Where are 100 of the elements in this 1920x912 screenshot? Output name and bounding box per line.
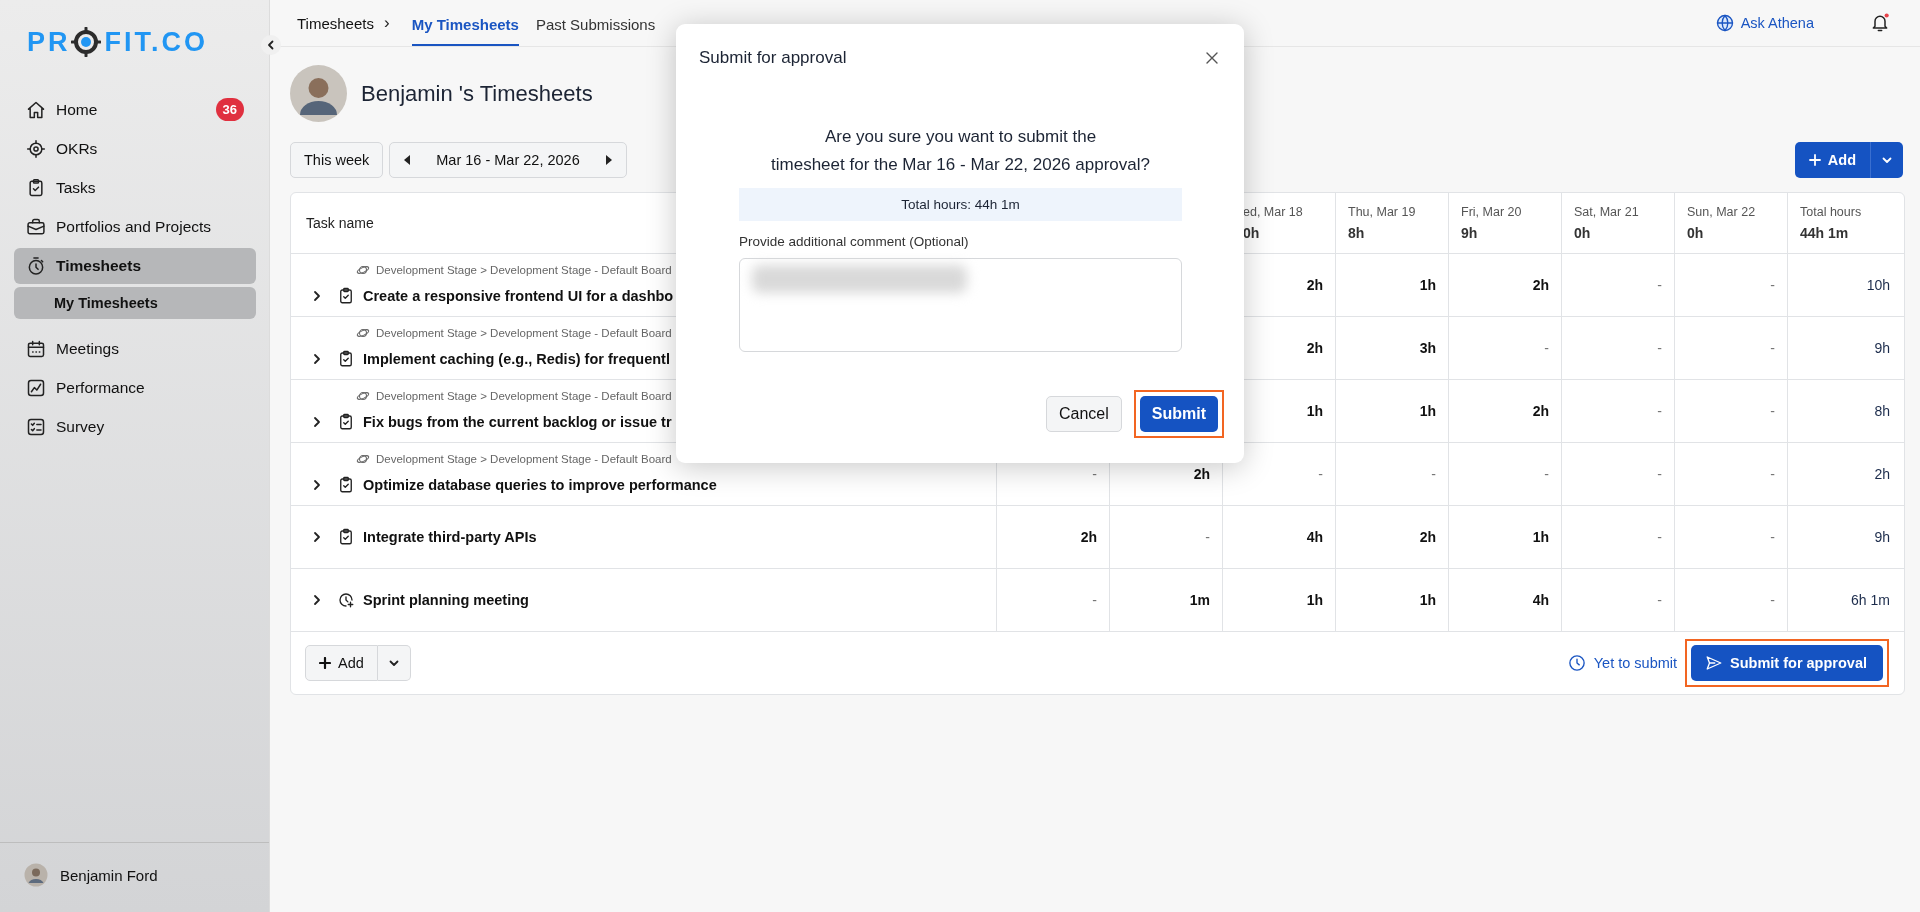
hours-cell[interactable]: - — [1657, 403, 1662, 419]
confirmation-message: Are you sure you want to submit the timesheet for the Mar 16 - Mar 22, 2026 approval? — [770, 126, 1151, 176]
hours-cell[interactable]: 2h — [1193, 466, 1210, 482]
cancel-button[interactable]: Cancel — [1045, 396, 1122, 432]
hours-cell[interactable]: 1h — [1306, 592, 1323, 608]
hours-cell[interactable]: - — [1092, 592, 1097, 608]
tab[interactable]: My Timesheets — [411, 2, 519, 46]
hours-cell[interactable]: - — [1205, 529, 1210, 545]
nav-subitem[interactable]: My Timesheets — [14, 287, 256, 319]
hours-cell[interactable]: 6h 1m — [1851, 592, 1890, 608]
nav-item[interactable]: Timesheets — [14, 248, 256, 284]
column-header: Fri, Mar 20 — [1461, 205, 1523, 219]
hours-cell[interactable]: - — [1770, 466, 1775, 482]
add-button[interactable]: Add — [305, 645, 378, 681]
hours-cell[interactable]: 3h — [1419, 340, 1436, 356]
breadcrumb-separator: › — [384, 13, 390, 33]
column-total: 0h — [1574, 225, 1592, 241]
hours-cell[interactable]: - — [1544, 466, 1549, 482]
hours-cell[interactable]: 1h — [1532, 529, 1549, 545]
task-name[interactable]: Implement caching (e.g., Redis) for frequentl — [363, 351, 670, 367]
column-total: 8h — [1348, 225, 1366, 241]
nav-item[interactable]: OKRs — [14, 129, 256, 168]
hours-cell[interactable]: 2h — [1874, 466, 1890, 482]
hours-cell[interactable]: 8h — [1874, 403, 1890, 419]
nav-item[interactable]: Meetings — [14, 329, 256, 368]
this-week-button[interactable]: This week — [290, 142, 384, 178]
hours-cell[interactable]: - — [1770, 592, 1775, 608]
send-icon — [1705, 654, 1724, 672]
date-range-picker[interactable]: Mar 16 - Mar 22, 2026 — [389, 142, 627, 178]
nav-item[interactable]: Survey — [14, 407, 256, 446]
comment-field[interactable] — [739, 258, 1182, 352]
submit-for-approval-button[interactable]: Submit for approval — [1691, 645, 1883, 681]
hours-cell[interactable]: - — [1544, 340, 1549, 356]
hours-cell[interactable]: 2h — [1532, 277, 1549, 293]
clock-icon — [1567, 654, 1586, 672]
assistant-button[interactable]: Ask Athena — [1709, 13, 1820, 33]
hours-cell[interactable]: - — [1657, 277, 1662, 293]
hours-cell[interactable]: - — [1657, 466, 1662, 482]
hours-cell[interactable]: 9h — [1874, 340, 1890, 356]
submit-button[interactable]: Submit — [1139, 396, 1218, 432]
clipboard-icon — [337, 287, 355, 305]
column-header: Task name — [306, 215, 375, 231]
nav-item[interactable]: Tasks — [14, 168, 256, 207]
orbit-icon — [356, 452, 370, 466]
hours-cell[interactable]: 1h — [1419, 277, 1436, 293]
hours-cell[interactable]: 9h — [1874, 529, 1890, 545]
status-text: Yet to submit — [1593, 655, 1678, 671]
hours-cell[interactable]: - — [1092, 466, 1097, 482]
hours-cell[interactable]: 4h — [1532, 592, 1549, 608]
task-name[interactable]: Create a responsive frontend UI for a dashbo — [363, 288, 674, 304]
hours-cell[interactable]: - — [1770, 277, 1775, 293]
nav-item[interactable]: Performance — [14, 368, 256, 407]
task-name[interactable]: Integrate third-party APIs — [363, 529, 537, 545]
hours-cell[interactable]: 2h — [1419, 529, 1436, 545]
hours-cell[interactable]: - — [1431, 466, 1436, 482]
task-name[interactable]: Fix bugs from the current backlog or issue tr — [363, 414, 672, 430]
column-total: 0h — [1687, 225, 1705, 241]
hours-cell[interactable]: 1h — [1306, 403, 1323, 419]
task-name[interactable]: Sprint planning meeting — [363, 592, 529, 608]
breadcrumb-link[interactable]: Timesheets — [297, 14, 374, 32]
hours-cell[interactable]: - — [1318, 466, 1323, 482]
column-total: 0h — [1243, 225, 1261, 241]
orbit-icon — [356, 389, 370, 403]
orbit-icon — [356, 263, 370, 277]
clipboard-icon — [337, 350, 355, 368]
board-path: Development Stage > Development Stage - Default Board — [376, 390, 672, 402]
avatar-icon — [290, 65, 347, 122]
hours-cell[interactable]: 1h — [1419, 403, 1436, 419]
hours-cell[interactable]: - — [1770, 340, 1775, 356]
collapse-button[interactable] — [261, 35, 281, 55]
hours-cell[interactable]: 4h — [1306, 529, 1323, 545]
column-header: Total hours — [1800, 205, 1863, 219]
chart-icon — [26, 377, 46, 398]
column-total: 44h 1m — [1800, 225, 1850, 241]
date-range-text: Mar 16 - Mar 22, 2026 — [435, 152, 581, 168]
hours-cell[interactable]: - — [1770, 529, 1775, 545]
chevron-right-icon — [311, 594, 323, 606]
hours-cell[interactable]: - — [1657, 592, 1662, 608]
clock-plus-icon — [337, 591, 355, 609]
hours-cell[interactable]: - — [1770, 403, 1775, 419]
hours-cell[interactable]: 1h — [1419, 592, 1436, 608]
add-button[interactable]: Add — [1794, 142, 1870, 178]
hours-cell[interactable]: - — [1657, 529, 1662, 545]
dropdown-button[interactable] — [1870, 142, 1903, 178]
hours-cell[interactable]: 1m — [1189, 592, 1210, 608]
hours-cell[interactable]: 10h — [1866, 277, 1890, 293]
hours-cell[interactable]: - — [1657, 340, 1662, 356]
clipboard-icon — [337, 413, 355, 431]
hours-cell[interactable]: 2h — [1306, 340, 1323, 356]
hours-cell[interactable]: 2h — [1306, 277, 1323, 293]
logo-text: FIT.CO — [104, 26, 208, 58]
nav-item[interactable]: Home 36 — [14, 90, 256, 129]
hours-cell[interactable]: 2h — [1080, 529, 1097, 545]
total-hours-banner: Total hours: 44h 1m — [739, 188, 1182, 221]
hours-cell[interactable]: 2h — [1532, 403, 1549, 419]
chevron-right-icon — [311, 479, 323, 491]
task-name[interactable]: Optimize database queries to improve performance — [363, 477, 717, 493]
tab[interactable]: Past Submissions — [535, 2, 656, 46]
notifications-button[interactable] — [1870, 13, 1890, 33]
nav-item[interactable]: Portfolios and Projects — [14, 207, 256, 246]
